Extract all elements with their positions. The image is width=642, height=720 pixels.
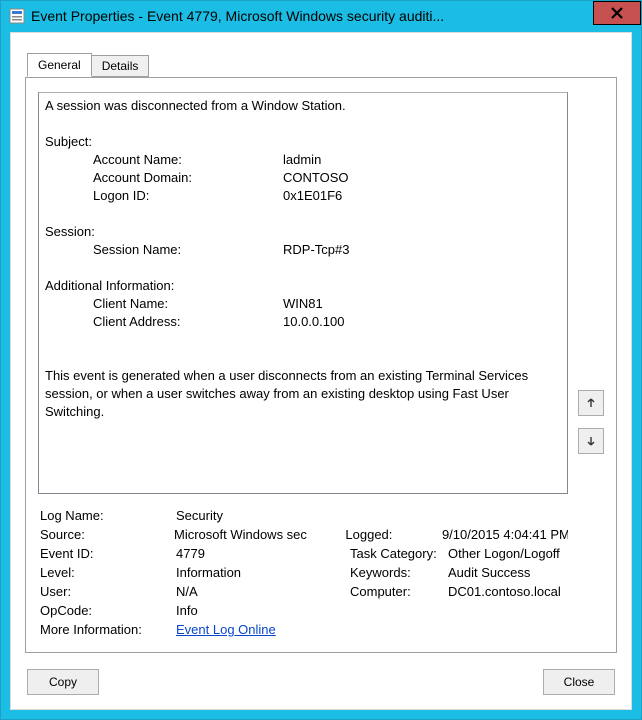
- desc-headline: A session was disconnected from a Window…: [45, 97, 561, 115]
- client-address-label: Client Address:: [93, 313, 213, 331]
- session-heading: Session:: [45, 223, 561, 241]
- logged-label: Logged:: [345, 525, 442, 544]
- app-icon: [9, 8, 25, 24]
- tab-general[interactable]: General: [27, 53, 92, 77]
- logon-id-label: Logon ID:: [93, 187, 213, 205]
- client-name-label: Client Name:: [93, 295, 213, 313]
- tab-details[interactable]: Details: [91, 55, 150, 77]
- more-info-label: More Information:: [40, 620, 176, 639]
- close-button-label: Close: [564, 675, 595, 689]
- client-area: General Details A session was disconnect…: [10, 32, 632, 710]
- tab-panel-general: A session was disconnected from a Window…: [25, 77, 617, 653]
- prev-event-button[interactable]: [578, 390, 604, 416]
- task-category-label: Task Category:: [350, 544, 448, 563]
- event-id-label: Event ID:: [40, 544, 176, 563]
- account-domain-value: CONTOSO: [283, 169, 349, 187]
- computer-label: Computer:: [350, 582, 448, 601]
- account-name-value: ladmin: [283, 151, 321, 169]
- tab-general-label: General: [38, 58, 81, 72]
- arrow-down-icon: [585, 435, 597, 447]
- next-event-button[interactable]: [578, 428, 604, 454]
- source-value: Microsoft Windows sec: [174, 525, 345, 544]
- arrow-up-icon: [585, 397, 597, 409]
- client-address-value: 10.0.0.100: [283, 313, 344, 331]
- task-category-value: Other Logon/Logoff: [448, 544, 560, 563]
- user-label: User:: [40, 582, 176, 601]
- keywords-value: Audit Success: [448, 563, 530, 582]
- computer-value: DC01.contoso.local: [448, 582, 561, 601]
- close-button[interactable]: Close: [543, 669, 615, 695]
- copy-button[interactable]: Copy: [27, 669, 99, 695]
- close-icon: [611, 7, 623, 19]
- opcode-value: Info: [176, 601, 350, 620]
- source-label: Source:: [40, 525, 174, 544]
- session-name-value: RDP-Tcp#3: [283, 241, 349, 259]
- window-title: Event Properties - Event 4779, Microsoft…: [31, 8, 593, 24]
- user-value: N/A: [176, 582, 350, 601]
- copy-button-label: Copy: [49, 675, 77, 689]
- event-log-online-link[interactable]: Event Log Online: [176, 622, 276, 637]
- event-description[interactable]: A session was disconnected from a Window…: [38, 92, 568, 494]
- dialog-window: Event Properties - Event 4779, Microsoft…: [0, 0, 642, 720]
- subject-heading: Subject:: [45, 133, 561, 151]
- session-name-label: Session Name:: [93, 241, 213, 259]
- log-name-value: Security: [176, 506, 350, 525]
- titlebar[interactable]: Event Properties - Event 4779, Microsoft…: [1, 1, 641, 31]
- tab-strip: General Details: [27, 55, 148, 77]
- account-domain-label: Account Domain:: [93, 169, 213, 187]
- event-id-value: 4779: [176, 544, 350, 563]
- account-name-label: Account Name:: [93, 151, 213, 169]
- tab-details-label: Details: [102, 59, 139, 73]
- addl-info-heading: Additional Information:: [45, 277, 561, 295]
- level-label: Level:: [40, 563, 176, 582]
- window-close-button[interactable]: [593, 1, 641, 25]
- desc-footer: This event is generated when a user disc…: [45, 367, 561, 421]
- client-name-value: WIN81: [283, 295, 323, 313]
- event-metadata: Log Name: Security Source: Microsoft Win…: [40, 506, 568, 639]
- keywords-label: Keywords:: [350, 563, 448, 582]
- logon-id-value: 0x1E01F6: [283, 187, 342, 205]
- logged-value: 9/10/2015 4:04:41 PM: [442, 525, 568, 544]
- log-name-label: Log Name:: [40, 506, 176, 525]
- level-value: Information: [176, 563, 350, 582]
- opcode-label: OpCode:: [40, 601, 176, 620]
